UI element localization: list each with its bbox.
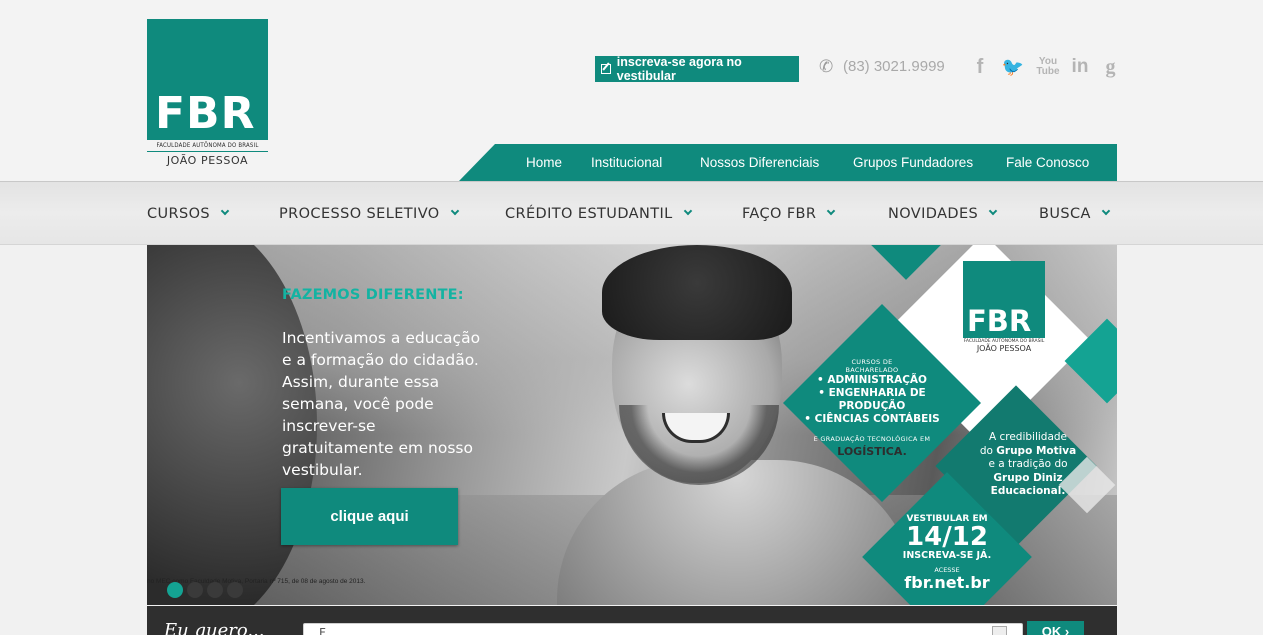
hero-cta-button[interactable]: clique aqui bbox=[281, 488, 458, 545]
course-item: • CIÊNCIAS CONTÁBEIS bbox=[804, 413, 940, 425]
youtube-icon[interactable]: You Tube bbox=[1036, 56, 1060, 78]
cred-line: Educacional. bbox=[990, 485, 1066, 497]
courses-heading-2: BACHARELADO bbox=[845, 366, 899, 374]
tech-course: LOGÍSTICA. bbox=[837, 445, 907, 458]
badge-logo-city: JOÃO PESSOA bbox=[976, 344, 1032, 353]
site-header: FBR FACULDADE AUTÔNOMA DO BRASIL JOÃO PE… bbox=[0, 0, 1263, 182]
chevron-down-icon bbox=[988, 206, 998, 215]
logo-text: FBR bbox=[155, 88, 256, 139]
chevron-down-icon bbox=[220, 206, 230, 215]
phone-icon bbox=[819, 57, 835, 77]
hero-slider: FAZEMOS DIFERENTE: Incentivamos a educaç… bbox=[147, 245, 1117, 605]
nav-credito-label: CRÉDITO ESTUDANTIL bbox=[505, 205, 673, 222]
facebook-icon[interactable]: f bbox=[974, 56, 986, 78]
topnav-diferenciais[interactable]: Nossos Diferenciais bbox=[700, 144, 819, 181]
slider-dot[interactable] bbox=[167, 582, 183, 598]
quick-search-label: Eu quero... bbox=[164, 620, 265, 635]
phone-number: (83) 3021.9999 bbox=[843, 58, 945, 75]
topnav-institucional[interactable]: Institucional bbox=[591, 144, 662, 181]
nav-novidades-label: NOVIDADES bbox=[888, 205, 979, 222]
vest-url[interactable]: fbr.net.br bbox=[892, 574, 1002, 591]
logo-box: FBR bbox=[147, 19, 268, 140]
slider-pagination bbox=[167, 582, 243, 598]
cred-line: A credibilidade bbox=[988, 431, 1068, 443]
topnav-grupos[interactable]: Grupos Fundadores bbox=[853, 144, 973, 181]
edit-icon bbox=[601, 64, 611, 74]
badge-logo-box: FBR bbox=[963, 261, 1045, 338]
logo-subtitle: FACULDADE AUTÔNOMA DO BRASIL bbox=[147, 142, 268, 152]
courses-heading: CURSOS DE bbox=[851, 358, 893, 366]
chevron-down-icon bbox=[450, 206, 459, 215]
nav-processo-label: PROCESSO SELETIVO bbox=[279, 205, 440, 222]
cred-line: Grupo Diniz bbox=[993, 471, 1063, 484]
chevron-down-icon bbox=[1101, 206, 1111, 215]
slider-dot[interactable] bbox=[207, 582, 223, 598]
twitter-icon[interactable]: 🐦 bbox=[1000, 56, 1026, 78]
phone-contact: (83) 3021.9999 bbox=[819, 57, 945, 77]
google-plus-icon[interactable]: g bbox=[1104, 56, 1117, 78]
credibility-text: A credibilidade do Grupo Motiva e a trad… bbox=[973, 431, 1083, 499]
quick-search-bar: Eu quero... F OK › bbox=[147, 606, 1117, 635]
site-logo[interactable]: FBR FACULDADE AUTÔNOMA DO BRASIL JOÃO PE… bbox=[147, 19, 268, 169]
nav-cursos[interactable]: CURSOS bbox=[147, 182, 230, 245]
badge-logo-text: FBR bbox=[967, 304, 1032, 338]
hero-body-text: Incentivamos a educação e a formação do … bbox=[282, 329, 481, 479]
nav-faco-fbr[interactable]: FAÇO FBR bbox=[742, 182, 836, 245]
slider-dot[interactable] bbox=[187, 582, 203, 598]
chevron-down-icon bbox=[683, 206, 692, 215]
courses-list: CURSOS DE BACHARELADO • ADMINISTRAÇÃO • … bbox=[792, 358, 952, 458]
course-item: • ENGENHARIA DE PRODUÇÃO bbox=[818, 387, 926, 412]
logo-city: JOÃO PESSOA bbox=[166, 154, 249, 167]
vest-date: 14/12 bbox=[906, 522, 988, 552]
linkedin-icon[interactable]: in bbox=[1070, 56, 1090, 78]
cta-label: inscreva-se agora no vestibular bbox=[616, 55, 742, 83]
cred-line: do Grupo Motiva bbox=[979, 444, 1077, 457]
vest-cta: INSCREVA-SE JÁ. bbox=[902, 550, 992, 561]
topnav-home[interactable]: Home bbox=[526, 144, 562, 181]
chevron-down-icon bbox=[827, 206, 836, 215]
ok-button[interactable]: OK › bbox=[1027, 621, 1084, 635]
dropdown-arrow-icon[interactable] bbox=[992, 626, 1007, 635]
nav-novidades[interactable]: NOVIDADES bbox=[888, 182, 998, 245]
student-hair bbox=[602, 245, 792, 340]
nav-busca-label: BUSCA bbox=[1039, 205, 1091, 222]
nav-cursos-label: CURSOS bbox=[147, 205, 211, 222]
vestibular-date: VESTIBULAR EM 14/12 INSCREVA-SE JÁ. ACES… bbox=[892, 514, 1002, 591]
hero-badge-logo: FBR FACULDADE AUTÔNOMA DO BRASIL JOÃO PE… bbox=[963, 261, 1045, 371]
tech-heading: E GRADUAÇÃO TECNOLÓGICA EM bbox=[813, 435, 931, 443]
nav-busca[interactable]: BUSCA bbox=[1039, 182, 1111, 245]
quick-search-select[interactable]: F bbox=[303, 623, 1023, 635]
youtube-icon-bottom: Tube bbox=[1036, 66, 1060, 77]
course-item: • ADMINISTRAÇÃO bbox=[817, 374, 927, 386]
slider-dot[interactable] bbox=[227, 582, 243, 598]
top-navigation: Home Institucional Nossos Diferenciais G… bbox=[459, 144, 1117, 181]
nav-credito-estudantil[interactable]: CRÉDITO ESTUDANTIL bbox=[505, 182, 692, 245]
cred-line: e a tradição do bbox=[988, 458, 1068, 470]
nav-processo-seletivo[interactable]: PROCESSO SELETIVO bbox=[279, 182, 459, 245]
nav-faco-label: FAÇO FBR bbox=[742, 205, 817, 222]
main-navigation: CURSOS PROCESSO SELETIVO CRÉDITO ESTUDAN… bbox=[0, 182, 1263, 245]
topnav-contato[interactable]: Fale Conosco bbox=[1006, 144, 1089, 181]
hero-title: FAZEMOS DIFERENTE: bbox=[282, 287, 464, 303]
vestibular-cta-button[interactable]: inscreva-se agora no vestibular bbox=[595, 55, 799, 83]
